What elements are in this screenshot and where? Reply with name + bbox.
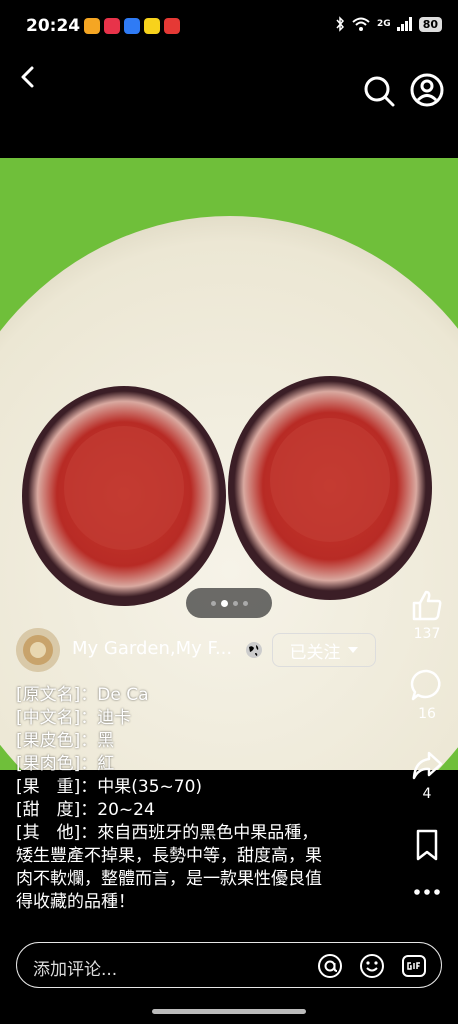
search-icon[interactable]	[362, 74, 396, 108]
avatar[interactable]	[16, 628, 60, 672]
mention-icon[interactable]	[317, 953, 343, 979]
battery-indicator: 80	[418, 16, 442, 32]
notification-icons	[84, 18, 180, 34]
like-button[interactable]: 137	[406, 588, 448, 642]
app-notification-icon	[144, 18, 160, 34]
caption-line: [甜 度]：20~24	[16, 800, 155, 820]
gif-icon[interactable]	[401, 953, 427, 979]
pager-dot	[232, 600, 238, 606]
profile-icon[interactable]	[409, 72, 445, 108]
caption-line: 肉不軟爛，整體而言，是一款果性優良值	[16, 869, 322, 889]
carousel-pager	[186, 588, 272, 618]
pager-dot	[220, 599, 228, 607]
follow-label: 已关注	[289, 642, 341, 663]
share-button[interactable]: 4	[406, 748, 448, 802]
share-count: 4	[422, 786, 432, 802]
bluetooth-icon	[336, 16, 345, 32]
home-indicator[interactable]	[152, 1009, 306, 1014]
globe-icon	[246, 642, 262, 658]
bookmark-button[interactable]	[406, 828, 448, 862]
thumbs-up-icon	[412, 590, 442, 621]
post-photo[interactable]	[0, 158, 458, 770]
status-time: 20:24	[26, 16, 81, 36]
comment-count: 16	[418, 706, 436, 722]
back-icon[interactable]	[14, 62, 44, 92]
system-icons: 2G 80	[335, 16, 442, 32]
more-dots-icon	[414, 889, 440, 895]
caption-line: 矮生豐產不掉果，長勢中等，甜度高，果	[16, 846, 322, 866]
app-notification-icon	[164, 18, 180, 34]
app-notification-icon	[124, 18, 140, 34]
caption-line: [原文名]：De Ca	[16, 685, 149, 705]
comment-button[interactable]: 16	[406, 668, 448, 722]
emoji-icon[interactable]	[359, 953, 385, 979]
app-notification-icon	[104, 18, 120, 34]
comment-input[interactable]: 添加评论...	[33, 955, 117, 980]
caption-line: 得收藏的品種！	[16, 892, 135, 912]
share-arrow-icon	[412, 751, 443, 780]
more-button[interactable]	[406, 882, 448, 902]
caption-line: [果 重]：中果(35~70)	[16, 777, 203, 797]
caption-line: [中文名]：迪卡	[16, 708, 132, 728]
pager-dot	[210, 600, 216, 606]
caption-line: [果皮色]：黑	[16, 731, 115, 751]
network-type: 2G	[377, 19, 391, 29]
pager-dot	[242, 600, 248, 606]
signal-icon	[396, 17, 412, 31]
comment-bar[interactable]: 添加评论...	[16, 942, 442, 988]
fig-halves-image	[0, 158, 458, 770]
wifi-icon	[352, 17, 370, 31]
avatar-image	[16, 628, 60, 672]
like-count: 137	[413, 626, 441, 642]
bookmark-icon	[416, 829, 438, 861]
caret-down-icon	[347, 647, 358, 653]
author-name[interactable]: My Garden,My F...	[72, 638, 232, 659]
caption-line: [其 他]：來自西班牙的黑色中果品種，	[16, 823, 319, 843]
caption-line: [果肉色]：紅	[16, 754, 115, 774]
post-caption: [原文名]：De Ca [中文名]：迪卡 [果皮色]：黑 [果肉色]：紅 [果 重]：中…	[16, 684, 376, 914]
status-bar: 20:24 2G 80	[0, 0, 458, 56]
comment-bubble-icon	[410, 669, 441, 701]
app-notification-icon	[84, 18, 100, 34]
follow-button[interactable]: 已关注	[272, 633, 376, 667]
